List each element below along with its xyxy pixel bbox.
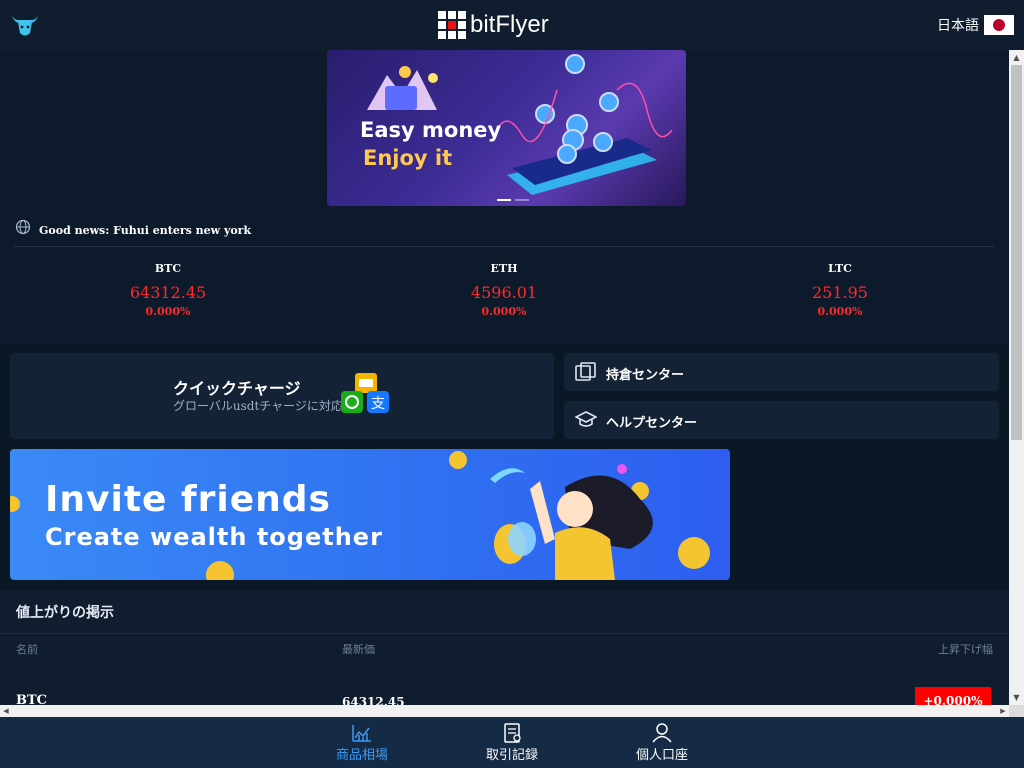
top-header: bitFlyer 日本語 — [0, 0, 1024, 50]
vertical-scrollbar[interactable]: ▲ ▼ — [1009, 50, 1024, 705]
graduation-cap-icon — [575, 411, 597, 427]
logo-grid-icon — [438, 11, 466, 39]
column-change: 上昇下げ幅 — [938, 643, 993, 656]
language-selector[interactable]: 日本語 — [937, 15, 1014, 35]
ticker-price: 4596.01 — [470, 283, 538, 302]
nav-account-label: 個人口座 — [635, 748, 688, 763]
carousel-dot[interactable] — [497, 199, 511, 201]
nav-market-label: 商品相場 — [335, 748, 388, 763]
japan-flag-icon — [984, 15, 1014, 35]
records-icon — [504, 723, 521, 743]
chart-icon — [352, 725, 371, 742]
ticker-change: 0.000% — [817, 305, 863, 318]
list-item-change-badge: +0.000% — [915, 687, 991, 705]
nav-records[interactable]: 取引記録 — [462, 723, 562, 763]
rising-list-columns: 名前 最新価 上昇下げ幅 — [0, 635, 1009, 705]
quick-charge-card[interactable]: クイックチャージ グローバルusdtチャージに対応 支 — [10, 353, 554, 439]
nav-account[interactable]: 個人口座 — [612, 723, 712, 763]
ticker-symbol: LTC — [828, 262, 852, 275]
position-center-button[interactable]: 持倉センター — [564, 353, 999, 391]
bitflyer-logo: bitFlyer — [438, 10, 549, 40]
rising-list-header: 値上がりの掲示 — [0, 590, 1009, 634]
ticker-change: 0.000% — [145, 305, 191, 318]
ticker-btc[interactable]: BTC 64312.45 0.000% — [68, 262, 268, 318]
scroll-right-arrow-icon[interactable]: ▶ — [997, 705, 1009, 717]
scroll-down-arrow-icon[interactable]: ▼ — [1009, 690, 1024, 705]
scrollbar-thumb[interactable] — [1011, 65, 1022, 440]
ticker-symbol: ETH — [490, 262, 518, 275]
banner-line2: Enjoy it — [363, 146, 453, 170]
promo-banner[interactable]: Easy money Enjoy it — [327, 50, 686, 206]
news-bar[interactable]: Good news: Fuhui enters new york — [14, 218, 994, 247]
scroll-up-arrow-icon[interactable]: ▲ — [1009, 50, 1024, 65]
bull-logo-icon[interactable] — [10, 11, 40, 39]
payment-methods-icon: 支 — [341, 373, 389, 413]
language-label: 日本語 — [937, 18, 979, 34]
nav-records-label: 取引記録 — [485, 748, 538, 763]
invite-title: Invite friends — [45, 479, 331, 520]
nav-market[interactable]: 商品相場 — [312, 723, 412, 763]
ticker-ltc[interactable]: LTC 251.95 0.000% — [740, 262, 940, 318]
help-center-button[interactable]: ヘルプセンター — [564, 401, 999, 439]
help-center-label: ヘルプセンター — [606, 416, 698, 431]
ticker-symbol: BTC — [154, 262, 182, 275]
position-center-label: 持倉センター — [606, 368, 685, 383]
ticker-change: 0.000% — [481, 305, 527, 318]
globe-icon — [15, 219, 31, 235]
carousel-dots[interactable] — [497, 199, 529, 201]
user-icon — [652, 723, 672, 743]
invite-friends-banner[interactable]: Invite friends Create wealth together — [10, 449, 730, 580]
position-icon — [575, 362, 596, 381]
horizontal-scrollbar[interactable]: ◀ ▶ — [0, 705, 1009, 717]
ticker-price: 251.95 — [812, 283, 868, 302]
bottom-nav: 商品相場 取引記録 個人口座 — [0, 717, 1024, 768]
quick-charge-subtitle: グローバルusdtチャージに対応 — [173, 399, 343, 413]
ticker-eth[interactable]: ETH 4596.01 0.000% — [404, 262, 604, 318]
news-text: Good news: Fuhui enters new york — [39, 224, 252, 237]
logo-text: bitFlyer — [470, 11, 549, 38]
invite-subtitle: Create wealth together — [45, 523, 383, 551]
rising-list-title: 値上がりの掲示 — [16, 605, 114, 621]
svg-text:支: 支 — [371, 396, 385, 412]
scroll-left-arrow-icon[interactable]: ◀ — [0, 705, 12, 717]
column-name: 名前 — [16, 643, 38, 656]
ticker-price: 64312.45 — [129, 283, 207, 302]
banner-line1: Easy money — [360, 118, 502, 142]
quick-charge-title: クイックチャージ — [173, 379, 301, 398]
scrollbar-corner — [1009, 705, 1024, 717]
carousel-dot[interactable] — [515, 199, 529, 201]
column-latest-price: 最新価 — [342, 643, 375, 656]
